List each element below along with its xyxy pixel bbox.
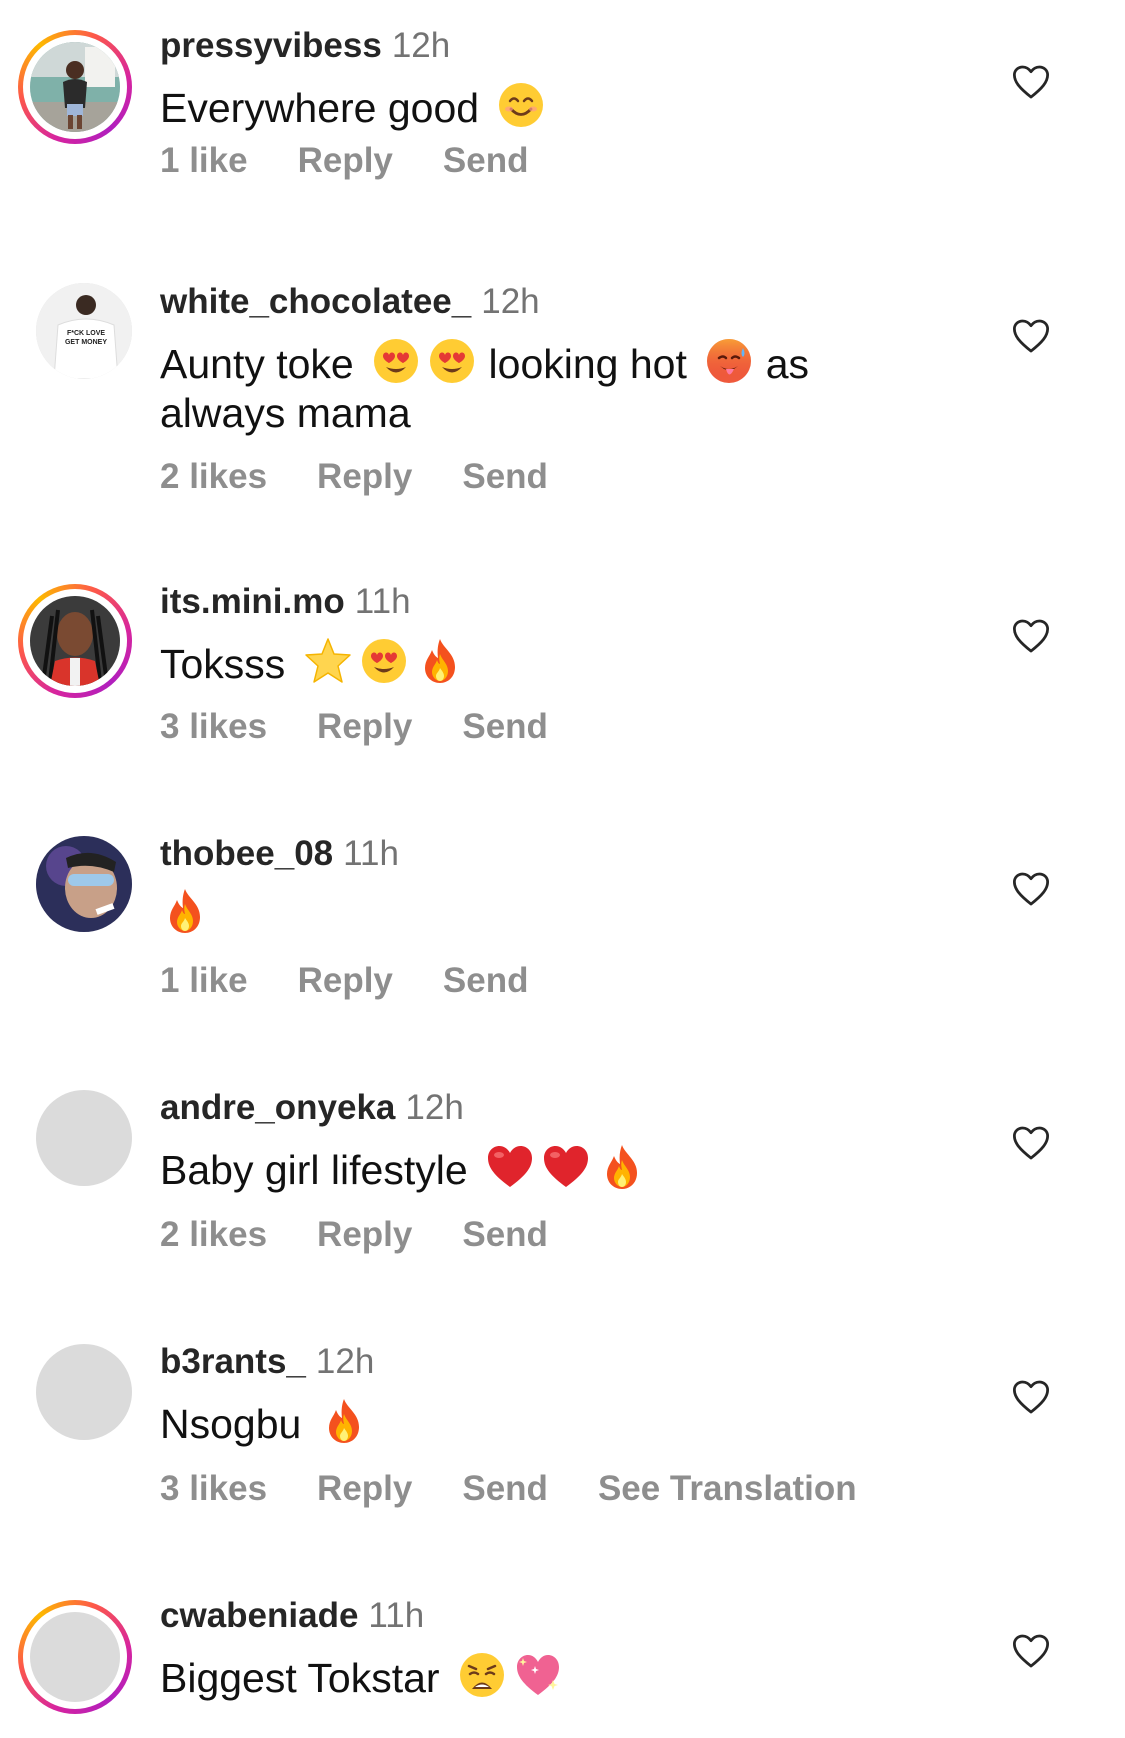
username[interactable]: thobee_08 [160, 834, 333, 873]
comment-actions: 2 likes Reply Send [160, 1215, 598, 1255]
reply-button[interactable]: Reply [298, 141, 393, 180]
comment-body: Biggest Tokstar [160, 1655, 440, 1701]
comment-header: andre_onyeka 12h [160, 1088, 464, 1128]
likes-count[interactable]: 2 likes [160, 457, 267, 496]
reply-button[interactable]: Reply [317, 1215, 412, 1254]
comment-text: Aunty toke looking hot as always mama [160, 336, 880, 438]
username[interactable]: its.mini.mo [160, 582, 345, 621]
comment-body: as [765, 341, 809, 387]
comment-body: Baby girl lifestyle [160, 1147, 468, 1193]
avatar[interactable] [30, 1612, 120, 1702]
likes-count[interactable]: 3 likes [160, 1469, 267, 1508]
avatar[interactable] [36, 836, 132, 932]
story-ring[interactable] [18, 1600, 132, 1714]
send-button[interactable]: Send [462, 1215, 548, 1254]
comment-body: Everywhere good [160, 85, 480, 131]
comment-body: looking hot [488, 341, 687, 387]
comment-actions: 1 like Reply Send [160, 961, 578, 1001]
comment-text: Toksss [160, 636, 880, 689]
like-heart-icon[interactable] [1012, 618, 1050, 654]
avatar-shirt-text: GET MONEY [65, 339, 107, 346]
reply-button[interactable]: Reply [317, 1469, 412, 1508]
username[interactable]: andre_onyeka [160, 1088, 395, 1127]
comment-actions: 3 likes Reply Send See Translation [160, 1469, 907, 1509]
comment-header: cwabeniade 11h [160, 1596, 424, 1636]
avatar-shirt-text: F*CK LOVE [67, 330, 105, 337]
comment-text: Nsogbu [160, 1396, 880, 1449]
timestamp: 12h [315, 1342, 375, 1381]
fire-icon [319, 1396, 369, 1446]
username[interactable]: pressyvibess [160, 26, 382, 65]
likes-count[interactable]: 3 likes [160, 707, 267, 746]
like-heart-icon[interactable] [1012, 1633, 1050, 1669]
comment-text: Baby girl lifestyle [160, 1142, 880, 1195]
comment-actions: 2 likes Reply Send [160, 457, 598, 497]
heart-eyes-icon [427, 336, 477, 386]
send-button[interactable]: Send [443, 961, 529, 1000]
username[interactable]: b3rants_ [160, 1342, 306, 1381]
comment-body: always mama [160, 390, 411, 436]
heart-eyes-icon [371, 336, 421, 386]
username[interactable]: cwabeniade [160, 1596, 358, 1635]
comment-actions: 1 like Reply Send [160, 141, 578, 181]
comment-text: Everywhere good [160, 80, 880, 133]
comment-header: thobee_08 11h [160, 834, 399, 874]
see-translation-button[interactable]: See Translation [598, 1469, 857, 1508]
star-icon [303, 636, 353, 686]
timestamp: 12h [405, 1088, 464, 1127]
red-heart-icon [485, 1142, 535, 1192]
send-button[interactable]: Send [462, 1469, 548, 1508]
username[interactable]: white_chocolatee_ [160, 282, 471, 321]
comment-header: b3rants_ 12h [160, 1342, 374, 1382]
like-heart-icon[interactable] [1012, 64, 1050, 100]
weary-face-icon [457, 1650, 507, 1700]
timestamp: 12h [391, 26, 451, 65]
like-heart-icon[interactable] [1012, 871, 1050, 907]
comment-header: pressyvibess 12h [160, 26, 450, 66]
story-ring[interactable] [18, 30, 132, 144]
story-ring[interactable] [18, 584, 132, 698]
likes-count[interactable]: 1 like [160, 961, 248, 1000]
avatar[interactable] [36, 1090, 132, 1186]
comment-text [160, 886, 880, 939]
timestamp: 11h [343, 834, 399, 873]
timestamp: 11h [368, 1596, 425, 1635]
avatar[interactable] [30, 42, 120, 132]
fire-icon [160, 886, 210, 936]
send-button[interactable]: Send [462, 707, 548, 746]
sparkling-heart-icon [513, 1650, 563, 1700]
reply-button[interactable]: Reply [317, 457, 412, 496]
red-heart-icon [541, 1142, 591, 1192]
like-heart-icon[interactable] [1012, 1379, 1050, 1415]
timestamp: 12h [481, 282, 540, 321]
comment-text: Biggest Tokstar [160, 1650, 880, 1703]
reply-button[interactable]: Reply [298, 961, 393, 1000]
hot-face-icon [704, 336, 754, 386]
avatar[interactable] [30, 596, 120, 686]
heart-eyes-icon [359, 636, 409, 686]
comment-header: white_chocolatee_ 12h [160, 282, 540, 322]
reply-button[interactable]: Reply [317, 707, 412, 746]
like-heart-icon[interactable] [1012, 318, 1050, 354]
likes-count[interactable]: 2 likes [160, 1215, 267, 1254]
comment-body: Aunty toke [160, 341, 354, 387]
comment-header: its.mini.mo 11h [160, 582, 411, 622]
send-button[interactable]: Send [462, 457, 548, 496]
comment-body: Toksss [160, 641, 286, 687]
avatar[interactable]: F*CK LOVE GET MONEY [36, 283, 132, 379]
comment-body: Nsogbu [160, 1401, 302, 1447]
avatar[interactable] [36, 1344, 132, 1440]
likes-count[interactable]: 1 like [160, 141, 248, 180]
like-heart-icon[interactable] [1012, 1125, 1050, 1161]
send-button[interactable]: Send [443, 141, 529, 180]
fire-icon [597, 1142, 647, 1192]
comment-actions: 3 likes Reply Send [160, 707, 598, 747]
smiling-face-icon [496, 80, 546, 130]
timestamp: 11h [354, 582, 411, 621]
fire-icon [415, 636, 465, 686]
